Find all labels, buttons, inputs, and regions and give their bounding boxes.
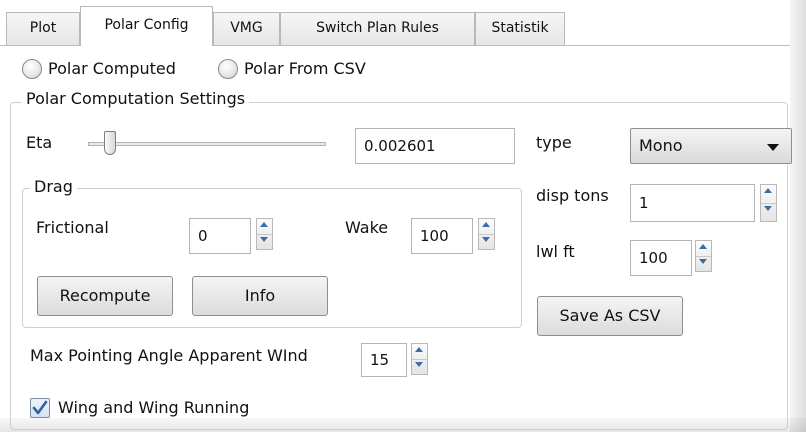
max-pointing-angle-field[interactable]: 15 [361,343,407,377]
lwl-ft-field[interactable]: 100 [630,240,692,276]
frictional-label: Frictional [36,218,109,237]
arrow-up-icon [415,347,423,352]
type-select[interactable]: Mono [630,128,792,164]
arrow-down-icon [764,206,772,211]
wake-up-button[interactable] [479,219,494,235]
check-icon [32,400,48,415]
polar-computed-label: Polar Computed [48,59,176,78]
polar-from-csv-label: Polar From CSV [244,59,366,78]
tab-switch-plan-rules[interactable]: Switch Plan Rules [280,12,475,45]
tab-statistik[interactable]: Statistik [475,12,565,45]
wake-label: Wake [345,218,389,237]
arrow-down-icon [699,259,707,264]
wake-down-button[interactable] [479,234,494,249]
eta-label: Eta [26,133,53,152]
lwl-ft-up-button[interactable] [696,241,711,257]
arrow-down-icon [260,237,268,242]
frictional-down-button[interactable] [257,234,272,249]
max-pointing-up-button[interactable] [412,344,427,360]
tab-plot[interactable]: Plot [6,12,80,45]
disp-tons-field[interactable]: 1 [630,184,755,222]
lwl-ft-down-button[interactable] [696,256,711,271]
disp-tons-label: disp tons [536,186,609,205]
polar-computation-settings-title: Polar Computation Settings [22,89,250,108]
eta-slider-track[interactable] [88,142,326,146]
eta-slider-thumb[interactable] [104,131,116,155]
type-label: type [536,133,572,152]
wake-field[interactable]: 100 [411,218,473,254]
disp-tons-down-button[interactable] [761,203,776,221]
arrow-down-icon [415,362,423,367]
frictional-field[interactable]: 0 [189,218,251,254]
wing-and-wing-checkbox[interactable] [30,398,50,418]
frictional-stepper[interactable] [256,218,273,250]
eta-value-field[interactable]: 0.002601 [355,128,515,164]
arrow-up-icon [482,222,490,227]
lwl-ft-stepper[interactable] [695,240,712,272]
window-shadow-right [790,0,806,432]
lwl-ft-label: lwl ft [536,242,575,261]
max-pointing-down-button[interactable] [412,359,427,374]
drag-title: Drag [30,177,77,196]
chevron-down-icon [767,144,779,151]
tab-bar: Plot Polar Config VMG Switch Plan Rules … [0,0,790,46]
arrow-down-icon [482,237,490,242]
recompute-button[interactable]: Recompute [37,276,173,316]
max-pointing-angle-stepper[interactable] [411,343,428,375]
polar-computed-radio[interactable] [22,59,42,79]
info-button[interactable]: Info [192,276,328,316]
disp-tons-stepper[interactable] [760,184,777,222]
disp-tons-up-button[interactable] [761,185,776,204]
type-select-value: Mono [639,136,683,155]
save-as-csv-button[interactable]: Save As CSV [537,296,683,336]
tab-polar-config[interactable]: Polar Config [80,6,213,46]
arrow-up-icon [260,222,268,227]
arrow-up-icon [764,188,772,193]
tab-vmg[interactable]: VMG [213,12,280,45]
wing-and-wing-label: Wing and Wing Running [58,398,250,417]
max-pointing-angle-label: Max Pointing Angle Apparent WInd [30,346,308,365]
wake-stepper[interactable] [478,218,495,250]
arrow-up-icon [699,244,707,249]
frictional-up-button[interactable] [257,219,272,235]
polar-from-csv-radio[interactable] [218,59,238,79]
